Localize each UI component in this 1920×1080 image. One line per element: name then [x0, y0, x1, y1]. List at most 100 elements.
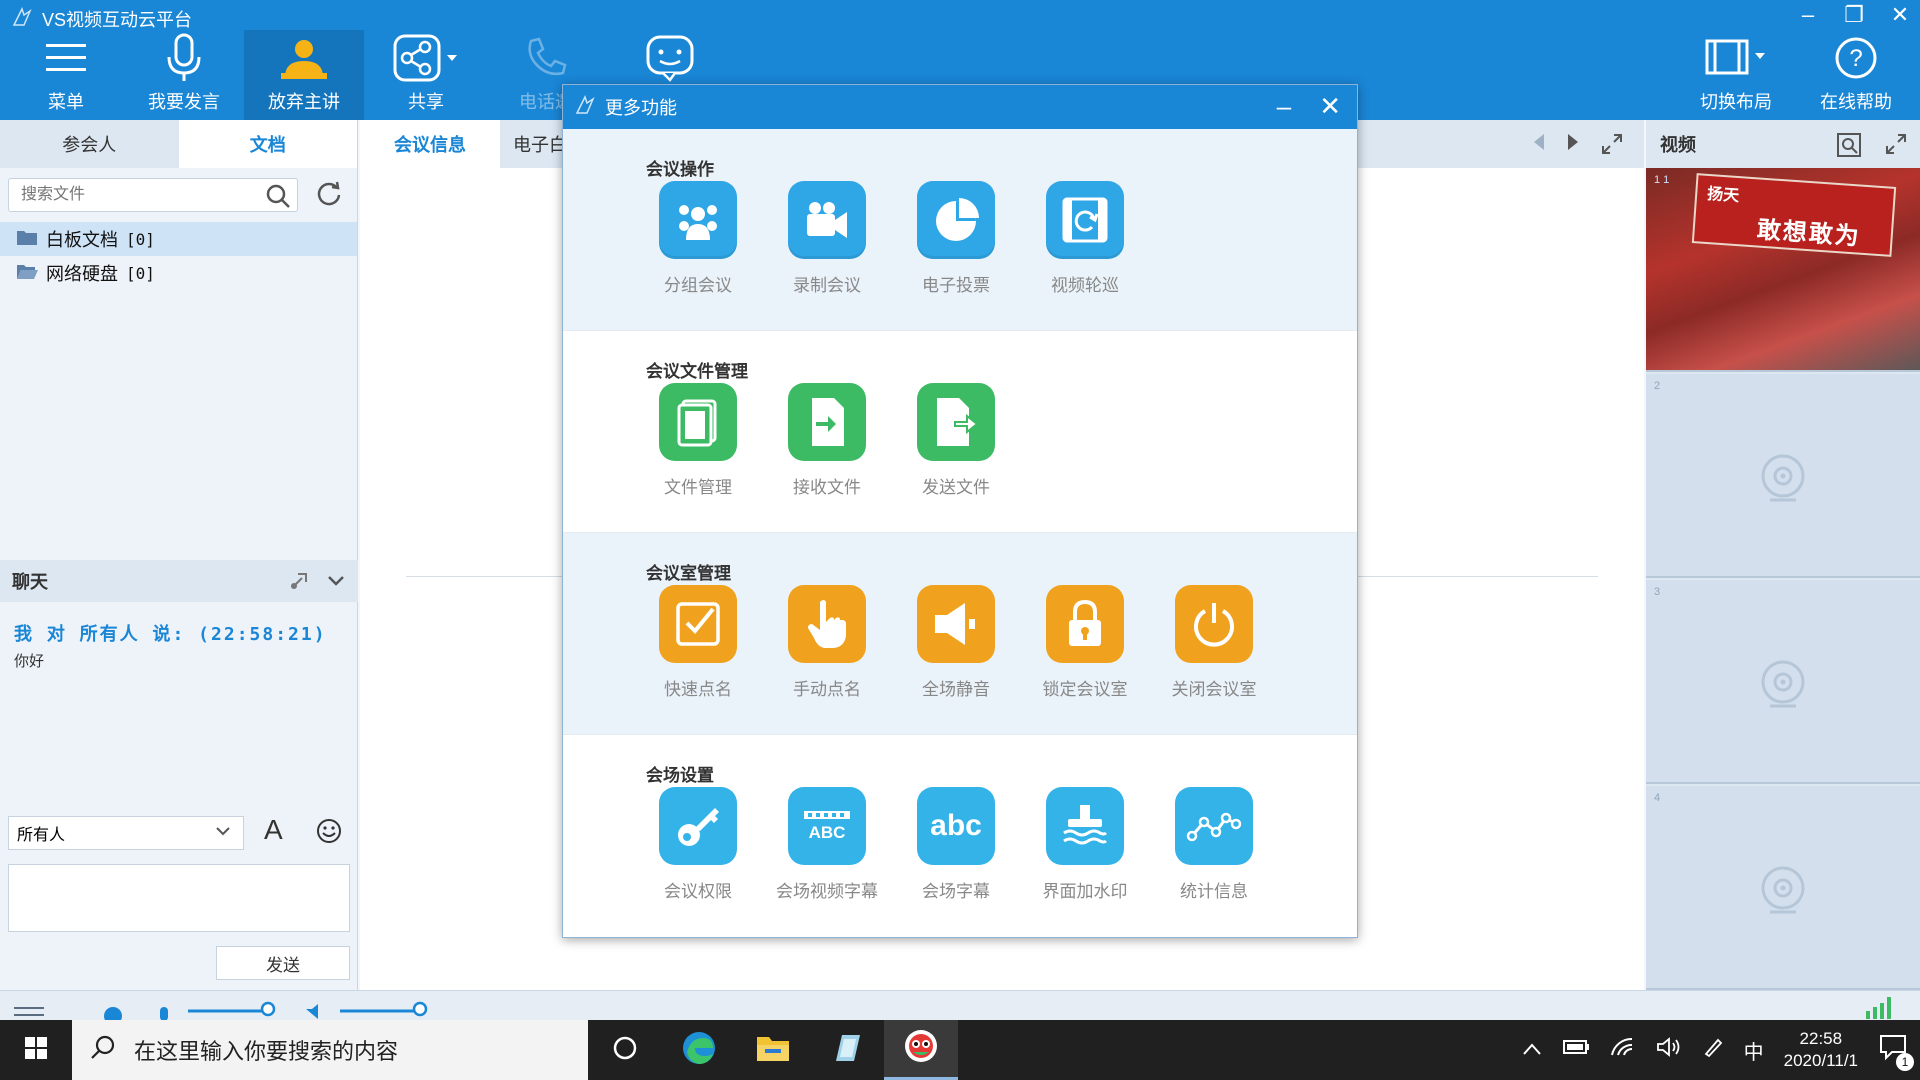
tree-item-label: 白板文档	[46, 230, 118, 250]
button-label: 会议权限	[664, 882, 732, 901]
group-meeting-button[interactable]: 分组会议	[643, 181, 753, 296]
dialog-titlebar: 更多功能 – ✕	[563, 85, 1357, 129]
pie-chart-icon	[917, 181, 995, 259]
menu-button[interactable]: 菜单	[6, 30, 126, 120]
video-cell-2[interactable]: 2	[1646, 374, 1920, 578]
refresh-icon[interactable]	[316, 180, 342, 211]
receive-file-button[interactable]: 接收文件	[772, 383, 882, 498]
abc-caption-text: ABC	[808, 823, 846, 842]
video-cell-1[interactable]: 1 1 扬天 敢想敢为	[1646, 168, 1920, 372]
chat-message-text: 你好	[14, 653, 45, 670]
search-icon[interactable]	[265, 183, 291, 214]
give-up-presenter-button[interactable]: 放弃主讲	[244, 30, 364, 120]
fullscreen-icon[interactable]	[1600, 132, 1624, 161]
button-label: 锁定会议室	[1042, 680, 1128, 699]
mute-all-button[interactable]: 全场静音	[901, 585, 1011, 700]
button-label: 手动点名	[793, 680, 861, 699]
chat-message: 我 对 所有人 说: (22:58:21) 你好	[14, 620, 327, 671]
close-button[interactable]: ✕	[1888, 2, 1912, 28]
film-rotate-icon	[1046, 181, 1124, 259]
video-subtitle-button[interactable]: ABC 会场视频字幕	[772, 787, 882, 902]
button-label: 快速点名	[664, 680, 732, 699]
send-button[interactable]: 发送	[216, 946, 350, 980]
minimize-button[interactable]: –	[1796, 2, 1820, 28]
microphone-icon	[164, 30, 204, 86]
file-search	[8, 178, 298, 212]
file-explorer-app[interactable]	[736, 1020, 810, 1080]
vs-meeting-app[interactable]	[884, 1020, 958, 1080]
quick-rollcall-button[interactable]: 快速点名	[643, 585, 753, 700]
vs-app-icon	[903, 1028, 939, 1069]
sign-big-text: 敢想敢为	[1755, 216, 1862, 251]
emoji-icon[interactable]	[316, 818, 342, 849]
phone-icon	[523, 30, 569, 86]
mic-volume-slider[interactable]	[188, 1001, 284, 1022]
tab-meeting-info[interactable]: 会议信息	[360, 120, 500, 168]
video-cell-number: 2	[1654, 380, 1661, 392]
ime-indicator[interactable]: 中	[1744, 1036, 1764, 1065]
dialog-close-button[interactable]: ✕	[1319, 91, 1341, 122]
button-label: 全场静音	[922, 680, 990, 699]
clock-time: 22:58	[1799, 1029, 1843, 1048]
clock[interactable]: 22:58 2020/11/1	[1784, 1028, 1858, 1072]
electronic-vote-button[interactable]: 电子投票	[901, 181, 1011, 296]
record-meeting-button[interactable]: 录制会议	[772, 181, 882, 296]
menu-icon	[44, 30, 88, 86]
notification-icon[interactable]: 1	[1878, 1033, 1914, 1071]
tab-participants[interactable]: 参会人	[0, 120, 179, 168]
files-icon	[659, 383, 737, 461]
tab-documents[interactable]: 文档	[178, 120, 357, 168]
chat-input[interactable]	[8, 864, 350, 932]
meeting-permissions-button[interactable]: 会议权限	[643, 787, 753, 902]
zoom-fit-icon[interactable]	[1836, 132, 1862, 163]
statistics-button[interactable]: 统计信息	[1159, 787, 1269, 902]
switch-layout-button[interactable]: 切换布局	[1676, 30, 1796, 120]
chevron-down-icon[interactable]	[326, 570, 346, 597]
button-label: 分组会议	[664, 276, 732, 295]
button-label: 发送文件	[922, 478, 990, 497]
speak-button[interactable]: 我要发言	[124, 30, 244, 120]
prev-icon[interactable]	[1532, 132, 1546, 161]
restore-button[interactable]: ❐	[1842, 2, 1866, 28]
next-icon[interactable]	[1566, 132, 1580, 161]
tree-item-count: [0]	[126, 229, 155, 249]
lock-room-button[interactable]: 锁定会议室	[1030, 585, 1140, 700]
popout-icon[interactable]	[288, 570, 310, 597]
speaker-volume-slider[interactable]	[340, 1001, 436, 1022]
send-file-icon	[917, 383, 995, 461]
notes-app[interactable]	[810, 1020, 884, 1080]
taskbar-search[interactable]: 在这里输入你要搜索的内容	[72, 1020, 588, 1080]
notes-icon	[830, 1031, 864, 1070]
video-patrol-button[interactable]: 视频轮巡	[1030, 181, 1140, 296]
chevron-up-icon[interactable]	[1522, 1039, 1542, 1062]
tree-item-whiteboard-docs[interactable]: 白板文档 [0]	[0, 222, 357, 256]
manual-rollcall-button[interactable]: 手动点名	[772, 585, 882, 700]
share-label: 共享	[408, 92, 444, 112]
section-room-management: 会议室管理 快速点名 手动点名 全场静音 锁定会议室 关闭会议室	[563, 533, 1357, 735]
watermark-button[interactable]: 界面加水印	[1030, 787, 1140, 902]
wifi-icon[interactable]	[1610, 1037, 1636, 1063]
chevron-down-icon	[213, 821, 233, 846]
start-button[interactable]	[0, 1020, 72, 1080]
tree-item-network-disk[interactable]: 网络硬盘 [0]	[0, 256, 357, 290]
dialog-minimize-button[interactable]: –	[1277, 91, 1291, 122]
recipient-select[interactable]: 所有人	[8, 816, 244, 850]
video-cell-3[interactable]: 3	[1646, 580, 1920, 784]
battery-icon[interactable]	[1562, 1038, 1590, 1062]
file-management-button[interactable]: 文件管理	[643, 383, 753, 498]
file-search-input[interactable]	[9, 179, 249, 211]
video-cell-4[interactable]: 4	[1646, 786, 1920, 990]
online-help-button[interactable]: ? 在线帮助	[1796, 30, 1916, 120]
font-icon[interactable]: A	[264, 814, 283, 846]
task-view-button[interactable]	[588, 1020, 662, 1080]
send-file-button[interactable]: 发送文件	[901, 383, 1011, 498]
pen-icon[interactable]	[1702, 1036, 1724, 1064]
fullscreen-icon[interactable]	[1884, 132, 1908, 163]
venue-subtitle-button[interactable]: abc 会场字幕	[901, 787, 1011, 902]
volume-icon[interactable]	[1656, 1036, 1682, 1064]
close-room-button[interactable]: 关闭会议室	[1159, 585, 1269, 700]
help-label: 在线帮助	[1820, 92, 1892, 112]
chat-title: 聊天	[12, 572, 48, 592]
edge-app[interactable]	[662, 1020, 736, 1080]
share-button[interactable]: 共享	[366, 30, 486, 120]
